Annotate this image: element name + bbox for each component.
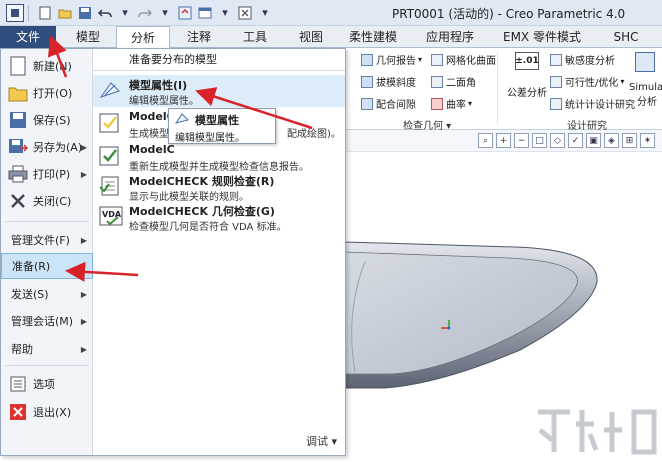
watermark-logo [530,400,662,462]
arrow-to-model-properties [195,87,313,130]
arrow-to-file-tab [47,35,68,78]
arrow-to-prepare [65,261,139,282]
annotation-arrows [47,35,313,282]
